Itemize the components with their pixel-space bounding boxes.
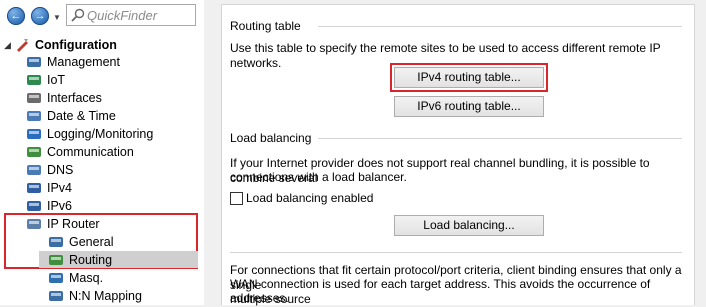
tree-item-label: N:N Mapping	[69, 289, 142, 303]
tree-item-label: IoT	[47, 73, 66, 87]
monitoring-icon	[27, 129, 41, 139]
section-divider	[230, 252, 682, 253]
communication-icon	[27, 147, 41, 157]
tree-item[interactable]: Masq.	[48, 269, 103, 287]
forward-arrow-icon: →	[34, 10, 46, 22]
routing-table-heading: Routing table	[230, 19, 301, 33]
forward-button[interactable]: →	[31, 7, 49, 25]
tree-item[interactable]: Logging/Monitoring	[26, 125, 153, 143]
tree-root-label: Configuration	[35, 38, 117, 52]
tree-root-configuration[interactable]: ◢ Configuration	[4, 36, 117, 54]
section-divider	[318, 138, 682, 139]
ipv4-icon	[27, 183, 41, 193]
collapse-caret-icon[interactable]: ◢	[4, 40, 12, 51]
tree-item[interactable]: IPv4	[26, 179, 72, 197]
configuration-icon	[17, 39, 28, 52]
iot-icon	[27, 75, 41, 85]
settings-panel: Routing table Use this table to specify …	[221, 4, 695, 306]
tree-item[interactable]: Date & Time	[26, 107, 116, 125]
navigation-pane: ← → ▼ ◢ Configuration Management IoT Inter…	[0, 0, 204, 305]
dns-icon	[27, 165, 41, 175]
load-balancing-checkbox-label[interactable]: Load balancing enabled	[246, 191, 373, 206]
interfaces-icon	[27, 93, 41, 103]
nn-mapping-icon	[49, 291, 63, 301]
tree-item-label: Routing	[69, 253, 113, 267]
tree-item-label: IP Router	[47, 217, 100, 231]
management-icon	[27, 57, 41, 67]
ipv6-icon	[27, 201, 41, 211]
tree-item-label: Logging/Monitoring	[47, 127, 154, 141]
tree-item[interactable]: Communication	[26, 143, 134, 161]
client-binding-description-2: WAN connection is used for each target a…	[230, 277, 651, 306]
tree-item[interactable]: N:N Mapping	[48, 287, 142, 305]
load-balancing-description-2: connections with a load balancer.	[230, 170, 407, 184]
router-icon	[27, 219, 41, 229]
tree-item-label: Interfaces	[47, 91, 102, 105]
search-icon	[71, 8, 85, 22]
quickfinder-input[interactable]	[87, 6, 191, 24]
tree-item[interactable]: Interfaces	[26, 89, 102, 107]
tree-item-label: Communication	[47, 145, 134, 159]
tree-item-label: DNS	[47, 163, 74, 177]
section-divider	[318, 26, 682, 27]
tree-item-label: Management	[47, 55, 120, 69]
tree-item-label: General	[69, 235, 114, 249]
tree-item[interactable]: General	[48, 233, 113, 251]
tree-item-label: IPv4	[47, 181, 73, 195]
tree-item[interactable]: IoT	[26, 71, 65, 89]
quickfinder-box[interactable]	[66, 4, 196, 26]
tree-item[interactable]: IP Router	[26, 215, 100, 233]
routing-icon	[49, 255, 63, 265]
tree-item[interactable]: Routing	[48, 251, 112, 269]
back-arrow-icon: ←	[10, 10, 22, 22]
load-balancing-heading: Load balancing	[230, 131, 312, 145]
tree-item[interactable]: IPv6	[26, 197, 72, 215]
load-balancing-checkbox[interactable]	[230, 192, 243, 205]
general-icon	[49, 237, 63, 247]
masq-icon	[49, 273, 63, 283]
tree-item-label: Masq.	[69, 271, 104, 285]
clock-icon	[27, 111, 41, 121]
tree-item[interactable]: Management	[26, 53, 120, 71]
history-dropdown-icon[interactable]: ▼	[53, 13, 61, 22]
back-button[interactable]: ←	[7, 7, 25, 25]
client-binding-description-3: addresses.	[230, 291, 289, 305]
ipv4-routing-table-button[interactable]: IPv4 routing table...	[394, 67, 544, 88]
content-pane: Routing table Use this table to specify …	[205, 0, 706, 306]
tree-item-label: IPv6	[47, 199, 73, 213]
ipv6-routing-table-button[interactable]: IPv6 routing table...	[394, 96, 544, 117]
tree-item[interactable]: DNS	[26, 161, 73, 179]
tree-item-label: Date & Time	[47, 109, 116, 123]
load-balancing-button[interactable]: Load balancing...	[394, 215, 544, 236]
